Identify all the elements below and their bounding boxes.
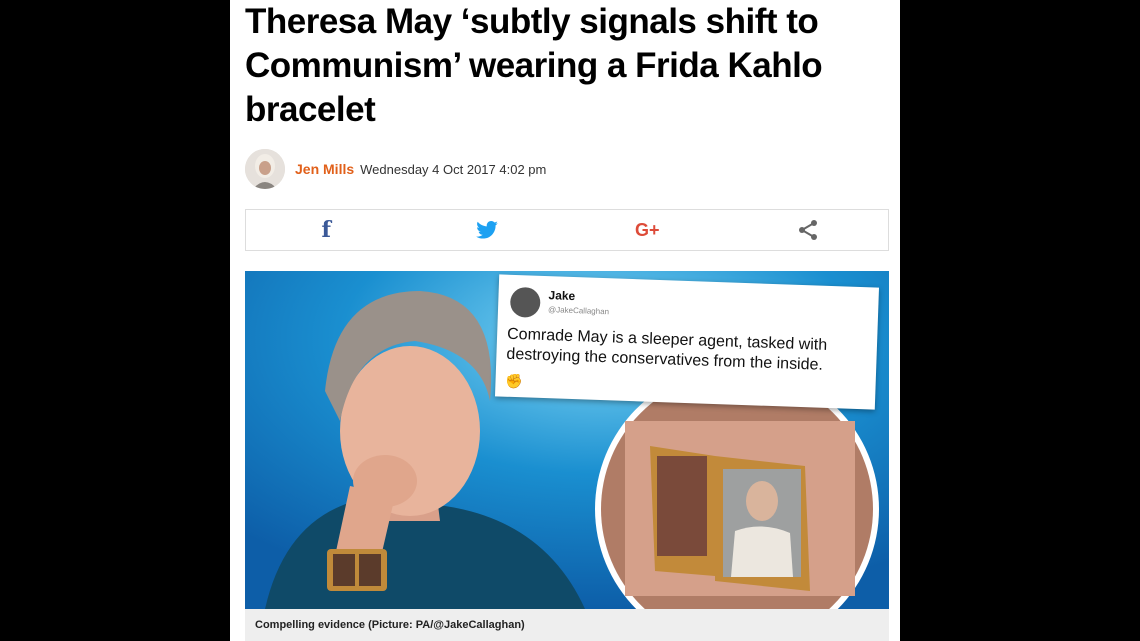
photo-caption-text: Compelling evidence (Picture: PA/@JakeCa… [255, 619, 525, 631]
article-headline: Theresa May ‘subtly signals shift to Com… [245, 2, 823, 129]
googleplus-icon: G+ [634, 219, 660, 240]
author-name-link[interactable]: Jen Mills [295, 161, 354, 177]
raised-fist-emoji-icon: ✊ [505, 372, 524, 390]
twitter-share-button[interactable] [407, 210, 568, 250]
article-photo[interactable]: Jake @JakeCallaghan Comrade May is a sle… [245, 271, 889, 609]
tweet-avatar [509, 286, 541, 318]
more-share-button[interactable] [728, 210, 889, 250]
tweet-author-name: Jake [548, 288, 576, 304]
share-bar: f G+ [245, 209, 889, 251]
publish-date: Wednesday 4 Oct 2017 4:02 pm [360, 161, 547, 177]
byline: Jen Mills Wednesday 4 Oct 2017 4:02 pm [245, 149, 546, 189]
share-icon [798, 220, 817, 240]
facebook-share-button[interactable]: f [246, 210, 407, 250]
twitter-bird-icon [475, 221, 498, 239]
googleplus-share-button[interactable]: G+ [567, 210, 728, 250]
tweet-text: Comrade May is a sleeper agent, tasked w… [506, 325, 828, 374]
tweet-author-handle: @JakeCallaghan [547, 305, 610, 317]
author-avatar[interactable] [245, 149, 285, 189]
photo-caption: Compelling evidence (Picture: PA/@JakeCa… [245, 609, 889, 641]
embedded-tweet[interactable]: Jake @JakeCallaghan Comrade May is a sle… [494, 274, 880, 410]
facebook-icon: f [321, 217, 331, 243]
article-page: Theresa May ‘subtly signals shift to Com… [230, 0, 900, 641]
